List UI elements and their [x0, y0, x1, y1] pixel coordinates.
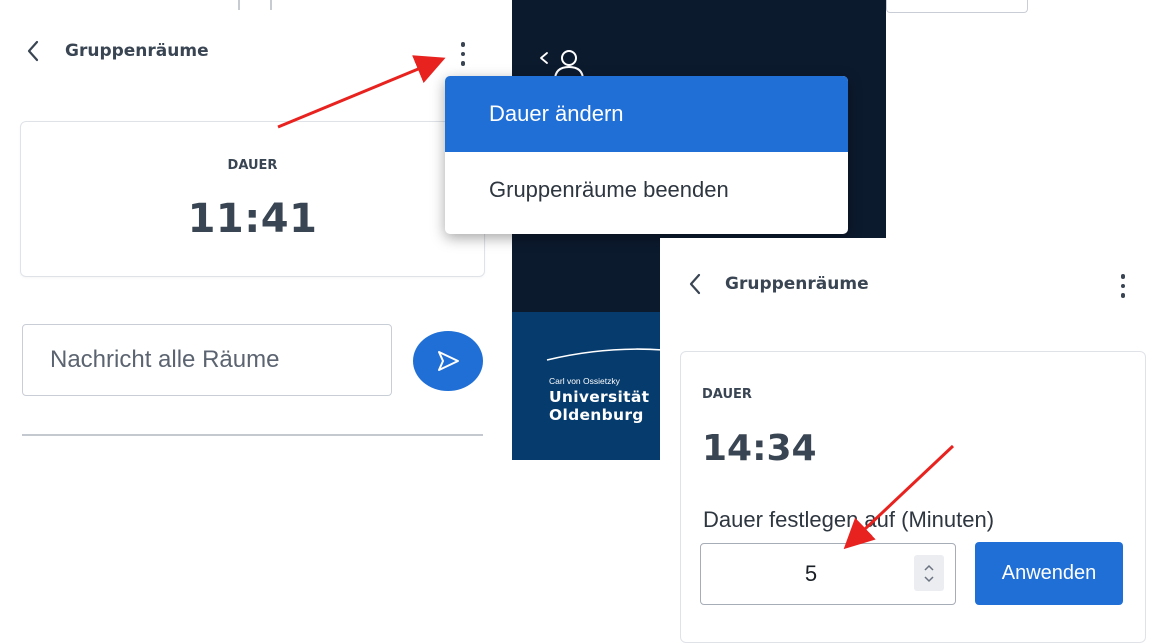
duration-minutes-input[interactable]: 5 [700, 543, 956, 605]
duration-field-label: Dauer festlegen auf (Minuten) [703, 507, 995, 532]
top-edge-fragment [0, 0, 510, 12]
timer-value: 14:34 [702, 428, 817, 469]
minutes-value[interactable]: 5 [701, 544, 921, 604]
back-button[interactable] [684, 273, 706, 295]
logo-line2: Oldenburg [549, 406, 644, 424]
timer-value: 11:41 [187, 196, 318, 242]
spinner-down-icon[interactable] [923, 575, 935, 583]
send-icon [438, 351, 459, 371]
kebab-menu-icon[interactable] [1115, 270, 1131, 302]
timer-label: DAUER [227, 158, 278, 173]
send-button[interactable] [413, 331, 483, 391]
logo-line1: Universität [549, 388, 650, 406]
university-logo-panel [512, 312, 660, 460]
chevron-left-icon [689, 273, 701, 295]
apply-button[interactable]: Anwenden [975, 542, 1123, 605]
top-input-fragment [886, 0, 1028, 13]
kebab-menu-icon[interactable] [455, 38, 471, 70]
left-header: Gruppenräume [22, 40, 209, 62]
number-spinner[interactable] [914, 555, 944, 591]
panel-title: Gruppenräume [65, 41, 209, 61]
menu-item-change-duration[interactable]: Dauer ändern [445, 76, 848, 152]
left-panel [0, 0, 510, 623]
panel-title: Gruppenräume [725, 274, 869, 294]
spinner-up-icon[interactable] [923, 564, 935, 572]
timer-card: DAUER 11:41 [20, 121, 485, 277]
divider [22, 434, 483, 436]
chevron-left-icon [27, 40, 39, 62]
logo-small-text: Carl von Ossietzky [549, 376, 620, 386]
right-header: Gruppenräume [684, 273, 869, 295]
context-menu: Dauer ändern Gruppenräume beenden [445, 76, 848, 234]
university-logo-arc [546, 348, 664, 361]
message-all-rooms-input[interactable] [22, 324, 392, 396]
timer-label: DAUER [702, 387, 752, 402]
back-button[interactable] [22, 40, 44, 62]
menu-item-end-breakout-rooms[interactable]: Gruppenräume beenden [445, 152, 848, 228]
